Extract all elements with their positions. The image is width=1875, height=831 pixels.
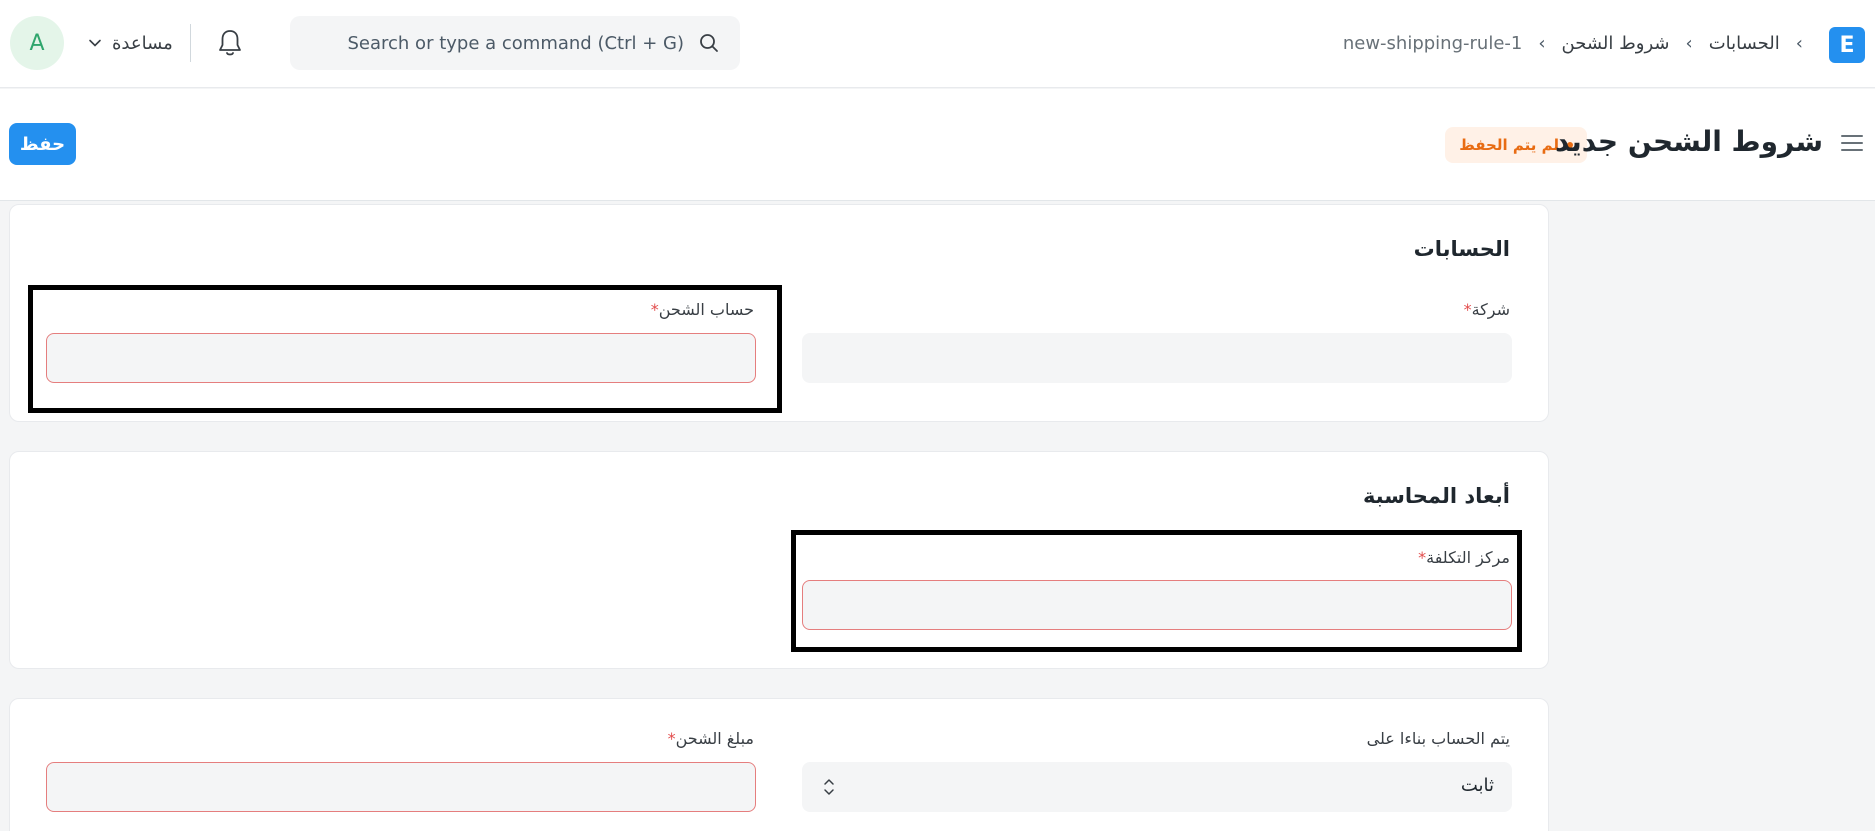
section-accounting-dimensions: أبعاد المحاسبة *مركز التكلفة <box>9 451 1549 669</box>
cost-center-label: *مركز التكلفة <box>1412 548 1510 567</box>
section-accounts: الحسابات *شركة *حساب الشحن <box>9 204 1549 422</box>
search-icon <box>700 34 718 52</box>
cost-center-label-text: مركز التكلفة <box>1426 548 1510 567</box>
calculate-based-on-value: ثابت <box>1460 775 1494 796</box>
user-avatar[interactable]: A <box>10 16 64 70</box>
calculate-based-on-select[interactable]: ثابت <box>802 762 1512 812</box>
avatar-initial: A <box>29 30 45 56</box>
page-head: حفظ لم يتم الحفظ شروط الشحن جديد <box>0 89 1875 201</box>
shipping-account-input[interactable] <box>46 333 756 383</box>
status-text: لم يتم الحفظ <box>1459 136 1559 154</box>
shipping-account-label: *حساب الشحن <box>645 300 754 319</box>
chevron-left-icon: ‹ <box>1795 32 1803 54</box>
chevron-left-icon: ‹ <box>1538 32 1546 54</box>
calculate-based-on-label: يتم الحساب بناءا على <box>1366 729 1510 748</box>
help-label: مساعدة <box>112 32 173 54</box>
required-marker: * <box>1418 548 1427 567</box>
section-title-accounts: الحسابات <box>1413 237 1510 261</box>
section-calculation: يتم الحساب بناءا على ثابت *مبلغ الشحن <box>9 698 1549 831</box>
navbar-divider <box>190 24 191 62</box>
required-marker: * <box>667 729 676 748</box>
search-input[interactable] <box>310 32 684 54</box>
breadcrumb-current[interactable]: new-shipping-rule-1 <box>1343 33 1523 54</box>
menu-icon[interactable] <box>1839 131 1865 155</box>
company-label-text: شركة <box>1471 300 1510 319</box>
company-label: *شركة <box>1458 300 1510 319</box>
breadcrumb-shipping-rules[interactable]: شروط الشحن <box>1562 33 1670 54</box>
breadcrumb-accounts[interactable]: الحسابات <box>1709 33 1780 54</box>
cost-center-input[interactable] <box>802 580 1512 630</box>
help-dropdown[interactable]: مساعدة <box>88 26 173 60</box>
save-button[interactable]: حفظ <box>9 123 76 165</box>
required-marker: * <box>1463 300 1472 319</box>
search-bar[interactable] <box>290 16 740 70</box>
chevron-down-icon <box>89 39 101 47</box>
shipping-account-label-text: حساب الشحن <box>658 300 754 319</box>
shipping-amount-label-text: مبلغ الشحن <box>675 729 754 748</box>
shipping-amount-label: *مبلغ الشحن <box>662 729 754 748</box>
page-title: شروط الشحن جديد <box>1555 125 1823 158</box>
app-logo[interactable]: E <box>1829 27 1865 63</box>
company-input[interactable] <box>802 333 1512 383</box>
section-title-dimensions: أبعاد المحاسبة <box>1362 484 1510 508</box>
chevron-left-icon: ‹ <box>1685 32 1693 54</box>
breadcrumb: ‹ الحسابات ‹ شروط الشحن ‹ new-shipping-r… <box>1343 28 1803 58</box>
shipping-amount-input[interactable] <box>46 762 756 812</box>
bell-icon[interactable] <box>216 28 244 58</box>
top-navbar: A مساعدة ‹ الحسابات ‹ شروط الشحن ‹ new-s… <box>0 0 1875 88</box>
required-marker: * <box>650 300 659 319</box>
select-arrows-icon <box>824 779 834 795</box>
app-logo-letter: E <box>1839 32 1855 58</box>
